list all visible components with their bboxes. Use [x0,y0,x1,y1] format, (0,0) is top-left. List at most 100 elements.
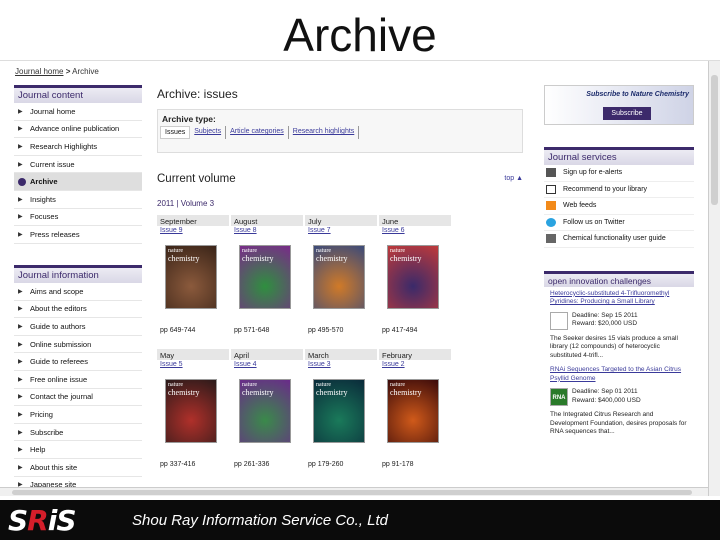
issue-link[interactable]: Issue 4 [231,360,305,369]
cover-masthead: nature chemistry [242,382,274,397]
issue-pages: pp 179-260 [308,461,344,468]
issue-grid: September Issue 9 nature chemistry pp 649-74… [157,215,457,483]
nav-item[interactable]: ▶ Focuses [14,209,142,227]
nav-item[interactable]: ▶ Journal home [14,103,142,121]
archive-tab[interactable]: Issues [160,126,191,139]
issue-link[interactable]: Issue 3 [305,360,379,369]
nav-item-label: Advance online publication [30,124,120,134]
cover-masthead: nature chemistry [316,382,348,397]
info-nav-item[interactable]: ▶ Online submission [14,336,142,354]
challenge-summary: The Integrated Citrus Research and Devel… [550,411,687,435]
nav-item-label: Focuses [30,212,59,222]
horizontal-scrollbar-thumb[interactable] [12,490,692,495]
masthead-line: chemistry [168,254,200,263]
cover-masthead: nature chemistry [242,248,274,263]
nav-item[interactable]: ▶ Current issue [14,156,142,174]
cover-masthead: nature chemistry [168,382,200,397]
nav-item-label: Contact the journal [30,392,93,402]
service-item[interactable]: Sign up for e-alerts [544,165,694,182]
info-nav-item[interactable]: ▶ Contact the journal [14,389,142,407]
issue-month: February [379,349,451,360]
nav-item[interactable]: ▶ Press releases [14,226,142,244]
info-nav-item[interactable]: ▶ Guide to referees [14,353,142,371]
twitter-icon [546,217,556,227]
issue-cell: April Issue 4 nature chemistry pp 261-336 [231,349,305,483]
info-nav-item[interactable]: ▶ About the editors [14,301,142,319]
archive-tab[interactable]: Article categories [226,126,289,139]
nav-item-label: Insights [30,194,56,204]
nav-item-label: Guide to referees [30,357,88,367]
service-item-label: Follow us on Twitter [563,218,625,226]
challenge-logo-icon: RNA [550,388,568,406]
triangle-bullet-icon: ▶ [18,447,23,454]
issue-link[interactable]: Issue 2 [379,360,453,369]
nav-item[interactable]: ▶ Research Highlights [14,138,142,156]
info-nav-item[interactable]: ▶ Pricing [14,406,142,424]
journal-content-panel: Journal content ▶ Journal home ▶ Advance on… [14,85,142,244]
breadcrumb-home-link[interactable]: Journal home [15,67,63,76]
masthead-line: chemistry [316,254,348,263]
challenge-title-link[interactable]: RNAi Sequences Targeted to the Asian Cit… [550,366,688,383]
cover-masthead: nature chemistry [168,248,200,263]
nav-item[interactable]: ▶ Advance online publication [14,121,142,139]
active-dot-icon [18,177,26,186]
challenge-deadline: Deadline: Sep 15 2011 [572,311,638,319]
archive-type-box: Archive type: Issues Subjects Article cate… [157,109,523,153]
issue-link[interactable]: Issue 8 [231,226,305,235]
triangle-bullet-icon: ▶ [18,429,23,436]
vertical-scrollbar-thumb[interactable] [711,75,718,205]
service-item[interactable]: Recommend to your library [544,182,694,198]
horizontal-scrollbar[interactable] [0,487,708,496]
browser-screenshot: Journal home > Archive Journal content ▶… [0,60,720,496]
masthead-line: chemistry [242,388,274,397]
archive-tab[interactable]: Subjects [190,126,227,139]
info-nav-item[interactable]: ▶ Free online issue [14,371,142,389]
service-item[interactable]: Web feeds [544,198,694,215]
issue-cover-image[interactable]: nature chemistry [387,245,439,309]
company-logo: SRiS [8,504,76,537]
up-arrow-icon: ▲ [516,175,523,182]
issue-pages: pp 495-570 [308,327,344,334]
issue-link[interactable]: Issue 6 [379,226,453,235]
issue-cover-image[interactable]: nature chemistry [165,379,217,443]
info-nav-item[interactable]: ▶ Guide to authors [14,318,142,336]
rss-icon [546,201,556,211]
service-item[interactable]: Chemical functionality user guide [544,231,694,248]
slide: Archive Journal home > Archive Journal c… [0,0,720,540]
guide-icon [546,234,556,244]
issue-cover-image[interactable]: nature chemistry [387,379,439,443]
issue-cover-image[interactable]: nature chemistry [239,245,291,309]
info-nav-item[interactable]: ▶ About this site [14,459,142,477]
challenge-title-link[interactable]: Heterocyclic-substituted 4-Trifluorometh… [550,290,688,307]
archive-tab[interactable]: Research highlights [289,126,360,139]
issue-pages: pp 261-336 [234,461,270,468]
issue-link[interactable]: Issue 9 [157,226,231,235]
nav-item-label: Help [30,445,46,455]
footer: SRiS Shou Ray Information Service Co., L… [0,500,720,540]
info-nav-item[interactable]: ▶ Help [14,441,142,459]
issue-cover-image[interactable]: nature chemistry [239,379,291,443]
checkbox-icon [546,184,556,194]
issue-cover-image[interactable]: nature chemistry [165,245,217,309]
issue-cover-image[interactable]: nature chemistry [313,379,365,443]
challenge-logo-icon [550,311,568,330]
info-nav-item[interactable]: ▶ Aims and scope [14,283,142,301]
issue-cover-image[interactable]: nature chemistry [313,245,365,309]
issue-link[interactable]: Issue 5 [157,360,231,369]
nav-item-label: Current issue [30,159,75,169]
challenge-item: Heterocyclic-substituted 4-Trifluorometh… [544,287,694,364]
subscribe-button[interactable]: Subscribe [603,107,651,120]
top-link[interactable]: top ▲ [504,175,523,182]
nav-item-label: Journal home [30,106,76,116]
nav-item[interactable]: Archive [14,173,142,191]
info-nav-item[interactable]: ▶ Subscribe [14,424,142,442]
triangle-bullet-icon: ▶ [18,161,23,168]
challenge-meta: RNA Deadline: Sep 01 2011 Reward: $400,000… [550,388,688,406]
triangle-bullet-icon: ▶ [18,196,23,203]
service-item[interactable]: Follow us on Twitter [544,215,694,231]
archive-type-label: Archive type: [162,114,216,124]
nav-item[interactable]: ▶ Insights [14,191,142,209]
issue-link[interactable]: Issue 7 [305,226,379,235]
triangle-bullet-icon: ▶ [18,376,23,383]
vertical-scrollbar[interactable] [708,61,720,496]
